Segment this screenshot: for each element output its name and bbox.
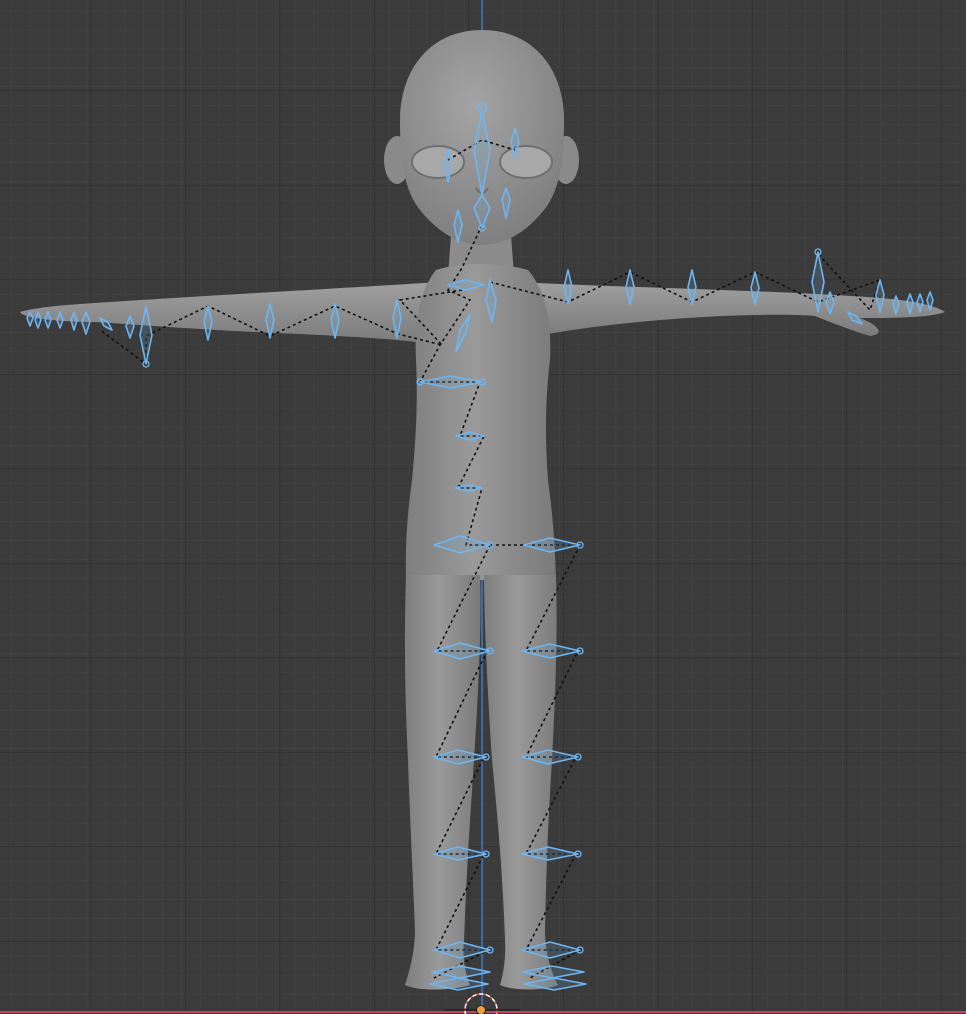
3d-viewport[interactable]	[0, 0, 966, 1014]
torso-mesh	[405, 264, 556, 580]
origin-point	[476, 1005, 486, 1014]
right-eye-mesh	[499, 145, 553, 179]
left-eye-mesh	[411, 145, 465, 179]
